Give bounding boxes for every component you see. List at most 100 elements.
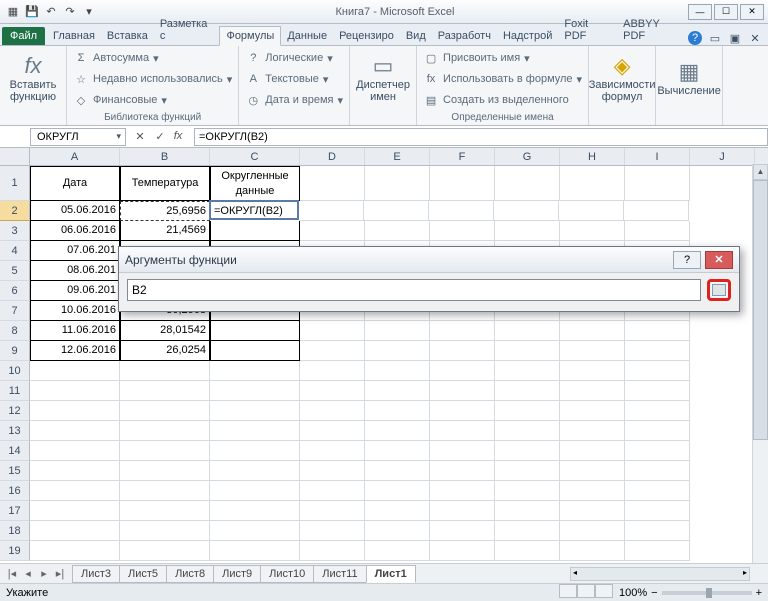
colhdr-g[interactable]: G xyxy=(495,148,560,165)
redo-icon[interactable]: ↷ xyxy=(61,3,79,21)
tab-foxit[interactable]: Foxit PDF xyxy=(558,15,617,45)
cell-a7[interactable]: 10.06.2016 xyxy=(30,301,120,321)
cell-c1[interactable]: Округленныеданные xyxy=(210,166,300,201)
cell[interactable] xyxy=(120,361,210,381)
cell[interactable] xyxy=(30,361,120,381)
cell[interactable] xyxy=(365,321,430,341)
sheet-tab[interactable]: Лист3 xyxy=(72,565,120,583)
rowhdr[interactable]: 2 xyxy=(0,201,30,221)
cell[interactable] xyxy=(495,441,560,461)
scroll-up-icon[interactable]: ▲ xyxy=(753,164,768,180)
insert-function-button[interactable]: fx Вставить функцию xyxy=(6,48,60,108)
dialog-help-button[interactable]: ? xyxy=(673,251,701,269)
cancel-formula-icon[interactable]: ✕ xyxy=(132,130,148,143)
cell-c3[interactable] xyxy=(210,221,300,241)
zoom-control[interactable]: 100% − + xyxy=(619,587,762,599)
name-manager-button[interactable]: ▭ Диспетчер имен xyxy=(356,48,410,108)
from-selection-button[interactable]: ▤Создать из выделенного xyxy=(423,90,582,110)
cell[interactable] xyxy=(365,541,430,561)
save-icon[interactable]: 💾 xyxy=(23,3,41,21)
colhdr-j[interactable]: J xyxy=(690,148,755,165)
cell[interactable] xyxy=(560,401,625,421)
cell[interactable] xyxy=(30,381,120,401)
cell[interactable] xyxy=(625,481,690,501)
argument-input[interactable] xyxy=(127,279,701,301)
sheet-nav-last-icon[interactable]: ▸| xyxy=(52,567,68,580)
cell[interactable] xyxy=(300,421,365,441)
close-button[interactable]: ✕ xyxy=(740,4,764,20)
rowhdr[interactable]: 12 xyxy=(0,401,30,421)
cell[interactable] xyxy=(299,201,364,221)
cell[interactable] xyxy=(560,521,625,541)
cell[interactable] xyxy=(365,501,430,521)
cell[interactable] xyxy=(210,501,300,521)
cell[interactable] xyxy=(365,361,430,381)
recent-fns-button[interactable]: ☆Недавно использовались ▾ xyxy=(73,69,232,89)
rowhdr[interactable]: 3 xyxy=(0,221,30,241)
colhdr-c[interactable]: C xyxy=(210,148,300,165)
cell[interactable] xyxy=(560,221,625,241)
cell[interactable] xyxy=(560,461,625,481)
sheet-tab[interactable]: Лист11 xyxy=(313,565,366,583)
rowhdr[interactable]: 19 xyxy=(0,541,30,561)
cell[interactable] xyxy=(300,381,365,401)
cell[interactable] xyxy=(559,201,624,221)
colhdr-e[interactable]: E xyxy=(365,148,430,165)
sheet-tab-active[interactable]: Лист1 xyxy=(366,565,416,583)
rowhdr[interactable]: 17 xyxy=(0,501,30,521)
cell[interactable] xyxy=(625,361,690,381)
cell[interactable] xyxy=(495,401,560,421)
logical-button[interactable]: ?Логические ▾ xyxy=(245,48,343,68)
maximize-button[interactable]: ☐ xyxy=(714,4,738,20)
sheet-tab[interactable]: Лист9 xyxy=(213,565,261,583)
cell[interactable] xyxy=(560,361,625,381)
cell[interactable] xyxy=(430,461,495,481)
vertical-scrollbar[interactable]: ▲ xyxy=(752,164,768,564)
cell[interactable] xyxy=(495,221,560,241)
cell[interactable] xyxy=(495,321,560,341)
view-switcher[interactable] xyxy=(559,584,613,601)
cell[interactable] xyxy=(495,166,560,201)
cell[interactable] xyxy=(210,461,300,481)
sheet-tab[interactable]: Лист8 xyxy=(166,565,214,583)
cell-a5[interactable]: 08.06.201 xyxy=(30,261,120,281)
cell[interactable] xyxy=(430,481,495,501)
cell-a1[interactable]: Дата xyxy=(30,166,120,201)
text-button[interactable]: AТекстовые ▾ xyxy=(245,69,343,89)
cell[interactable] xyxy=(365,461,430,481)
ribbon-close-icon[interactable]: ✕ xyxy=(748,31,762,45)
rowhdr[interactable]: 14 xyxy=(0,441,30,461)
cell[interactable] xyxy=(120,521,210,541)
cell-b1[interactable]: Температура xyxy=(120,166,210,201)
cell[interactable] xyxy=(365,481,430,501)
cell[interactable] xyxy=(495,481,560,501)
cell[interactable] xyxy=(430,341,495,361)
cell[interactable] xyxy=(365,421,430,441)
cell[interactable] xyxy=(429,201,494,221)
tab-layout[interactable]: Разметка с xyxy=(154,15,220,45)
cell[interactable] xyxy=(120,381,210,401)
tab-developer[interactable]: Разработч xyxy=(432,27,497,45)
cell[interactable] xyxy=(625,166,690,201)
cell[interactable] xyxy=(625,401,690,421)
colhdr-h[interactable]: H xyxy=(560,148,625,165)
cell[interactable] xyxy=(210,441,300,461)
cell[interactable] xyxy=(560,341,625,361)
cell[interactable] xyxy=(495,501,560,521)
rowhdr[interactable]: 1 xyxy=(0,166,30,201)
qa-more-icon[interactable]: ▾ xyxy=(80,3,98,21)
cell[interactable] xyxy=(120,481,210,501)
cell-b3[interactable]: 21,4569 xyxy=(120,221,210,241)
cell[interactable] xyxy=(30,521,120,541)
cell[interactable] xyxy=(430,321,495,341)
cell[interactable] xyxy=(365,341,430,361)
enter-formula-icon[interactable]: ✓ xyxy=(152,130,168,143)
use-formula-button[interactable]: fxИспользовать в формуле ▾ xyxy=(423,69,582,89)
rowhdr[interactable]: 16 xyxy=(0,481,30,501)
cell[interactable] xyxy=(300,401,365,421)
tab-review[interactable]: Рецензиро xyxy=(333,27,400,45)
tab-addins[interactable]: Надстрой xyxy=(497,27,558,45)
cell[interactable] xyxy=(365,441,430,461)
rowhdr[interactable]: 9 xyxy=(0,341,30,361)
cell[interactable] xyxy=(365,221,430,241)
